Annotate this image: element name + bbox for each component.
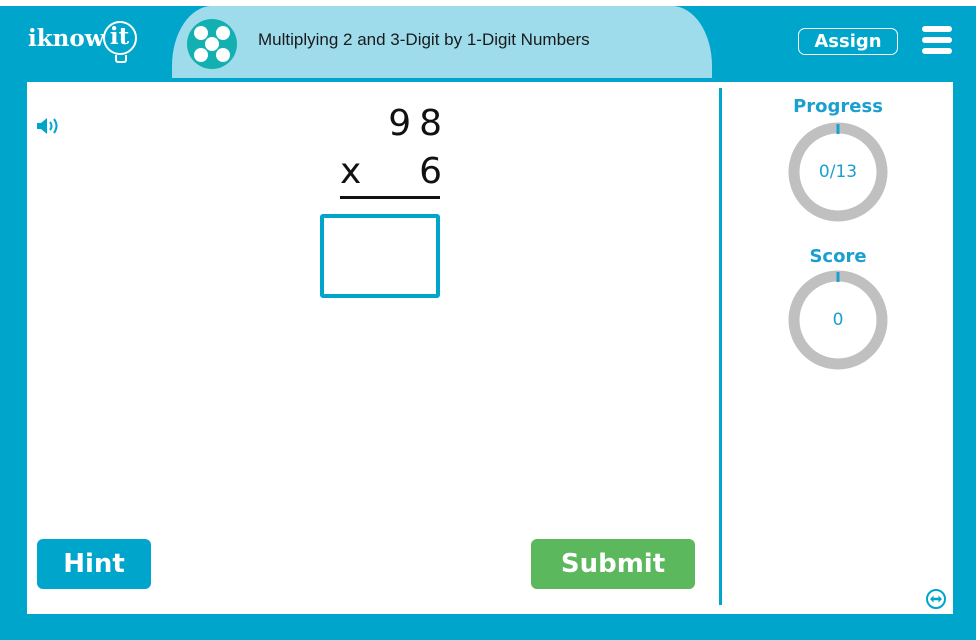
dot: [194, 48, 208, 62]
logo-bulb-text: it: [109, 23, 130, 50]
iknowit-logo[interactable]: iknow it: [28, 18, 137, 63]
operator: x: [340, 151, 362, 192]
multiplication-problem: 98 x 6: [322, 100, 442, 196]
page-title: Multiplying 2 and 3-Digit by 1-Digit Num…: [258, 30, 590, 49]
progress-value: 0/13: [818, 162, 858, 182]
score-label: Score: [809, 246, 867, 267]
speaker-icon[interactable]: [36, 116, 62, 136]
hint-button[interactable]: Hint: [37, 539, 151, 589]
top-row: 98: [322, 100, 442, 148]
lightbulb-icon: it: [102, 21, 137, 63]
dot: [216, 48, 230, 62]
dot: [205, 37, 219, 51]
bulb-base: [114, 55, 127, 63]
submit-button[interactable]: Submit: [531, 539, 695, 589]
logo-text: iknow: [28, 24, 105, 52]
answer-input[interactable]: [320, 214, 440, 298]
hamburger-menu-icon[interactable]: [922, 26, 952, 54]
progress-label: Progress: [793, 96, 883, 117]
score-value: 0: [832, 310, 844, 330]
bottom-row: x 6: [322, 148, 442, 196]
menu-bar: [922, 26, 952, 32]
bottom-number: 6: [419, 151, 442, 192]
assign-button[interactable]: Assign: [798, 28, 898, 55]
answer-line: [340, 196, 440, 199]
five-dots-dice-icon: [187, 19, 237, 69]
top-number: 98: [388, 103, 450, 144]
right-edge: [976, 0, 980, 640]
menu-bar: [922, 37, 952, 43]
vertical-divider: [719, 88, 722, 605]
dot: [194, 26, 208, 40]
expand-horizontal-icon[interactable]: [925, 588, 947, 610]
menu-bar: [922, 48, 952, 54]
dot: [216, 26, 230, 40]
